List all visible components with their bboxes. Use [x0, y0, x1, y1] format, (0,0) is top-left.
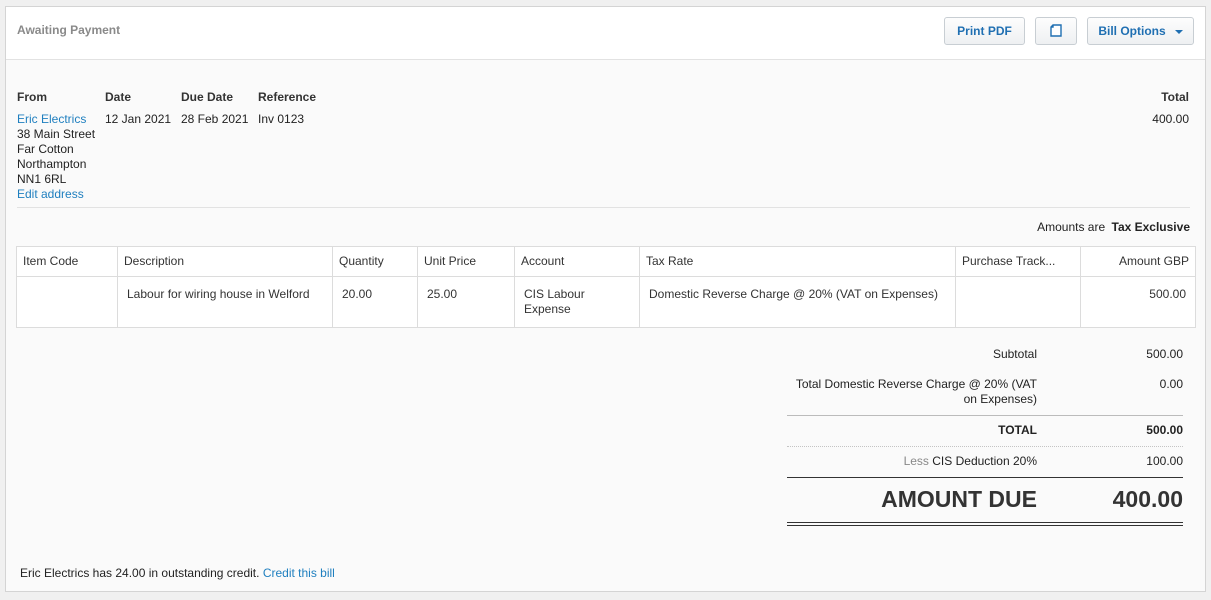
bill-options-button[interactable]: Bill Options	[1087, 17, 1194, 45]
credit-this-bill-link[interactable]: Credit this bill	[263, 566, 335, 580]
account-line: CIS Labour	[524, 287, 585, 301]
account-cell: CIS Labour Expense	[514, 276, 640, 328]
amount-due-top-rule	[787, 477, 1183, 478]
print-pdf-button[interactable]: Print PDF	[944, 17, 1025, 45]
total-heading: Total	[1161, 90, 1189, 104]
due-date-heading: Due Date	[181, 90, 234, 104]
address-line: Far Cotton	[17, 142, 74, 156]
bill-date: 12 Jan 2021	[105, 112, 172, 126]
edit-address-link[interactable]: Edit address	[17, 187, 95, 202]
amount-due-value: 400.00	[1112, 486, 1183, 512]
column-header: Amount GBP	[1080, 246, 1196, 277]
amounts-are: Amounts are Tax Exclusive	[1037, 220, 1190, 234]
cis-label: CIS Deduction 20%	[932, 454, 1037, 468]
bill-total: 400.00	[1152, 112, 1189, 126]
less-label: Less	[903, 454, 929, 468]
quantity-cell: 20.00	[332, 276, 418, 328]
column-header: Unit Price	[417, 246, 515, 277]
bill-due-date: 28 Feb 2021	[181, 112, 249, 126]
column-header: Purchase Track...	[955, 246, 1081, 277]
column-header: Tax Rate	[639, 246, 956, 277]
reverse-charge-label: Total Domestic Reverse Charge @ 20% (VAT…	[787, 377, 1037, 407]
credit-text: Eric Electrics has 24.00 in outstanding …	[20, 566, 260, 580]
reverse-charge-value: 0.00	[1159, 377, 1183, 391]
cis-deduction-value: 100.00	[1146, 454, 1183, 468]
item-code-cell	[16, 276, 118, 328]
total-divider	[787, 415, 1183, 416]
date-heading: Date	[105, 90, 132, 104]
from-heading: From	[17, 90, 47, 104]
total-value: 500.00	[1146, 423, 1183, 437]
column-header: Account	[514, 246, 640, 277]
amounts-mode[interactable]: Tax Exclusive	[1112, 220, 1191, 234]
tracking-cell	[955, 276, 1081, 328]
line-items-table: Item Code Description Quantity Unit Pric…	[16, 246, 1196, 328]
description-cell: Labour for wiring house in Welford	[117, 276, 333, 328]
caret-down-icon	[1174, 30, 1183, 34]
from-block: Eric Electrics 38 Main Street Far Cotton…	[17, 112, 95, 202]
copy-button[interactable]	[1035, 17, 1077, 45]
copy-icon	[1050, 23, 1062, 37]
column-header: Description	[117, 246, 333, 277]
dotted-divider	[787, 446, 1183, 447]
reference-heading: Reference	[258, 90, 317, 104]
bill-options-label: Bill Options	[1098, 24, 1166, 38]
tax-rate-cell: Domestic Reverse Charge @ 20% (VAT on Ex…	[639, 276, 956, 328]
address-line: Northampton	[17, 157, 87, 171]
amount-due-double-rule	[787, 522, 1183, 526]
table-header-row: Item Code Description Quantity Unit Pric…	[16, 246, 1196, 277]
contact-link[interactable]: Eric Electrics	[17, 112, 95, 127]
top-bar: Awaiting Payment Print PDF Bill Options	[6, 7, 1205, 60]
column-header: Item Code	[16, 246, 118, 277]
bill-panel: Awaiting Payment Print PDF Bill Options …	[5, 6, 1206, 592]
bill-status: Awaiting Payment	[17, 23, 121, 37]
subtotal-label: Subtotal	[992, 347, 1037, 361]
account-line: Expense	[524, 302, 571, 316]
column-header: Quantity	[332, 246, 418, 277]
divider	[17, 207, 1190, 208]
total-label: TOTAL	[998, 423, 1037, 437]
table-row[interactable]: Labour for wiring house in Welford 20.00…	[16, 276, 1196, 328]
amounts-are-label: Amounts are	[1037, 220, 1106, 234]
cis-deduction-label: Less CIS Deduction 20%	[787, 454, 1037, 468]
address-line: 38 Main Street	[17, 127, 96, 141]
reverse-charge-label-line: on Expenses)	[963, 392, 1037, 406]
bill-reference: Inv 0123	[258, 112, 305, 126]
reverse-charge-label-line: Total Domestic Reverse Charge @ 20% (VAT	[795, 377, 1037, 391]
address-line: NN1 6RL	[17, 172, 67, 186]
amount-due-label: AMOUNT DUE	[881, 486, 1037, 512]
subtotal-value: 500.00	[1146, 347, 1183, 361]
amount-cell: 500.00	[1080, 276, 1196, 328]
unit-price-cell: 25.00	[417, 276, 515, 328]
credit-note: Eric Electrics has 24.00 in outstanding …	[20, 566, 335, 580]
